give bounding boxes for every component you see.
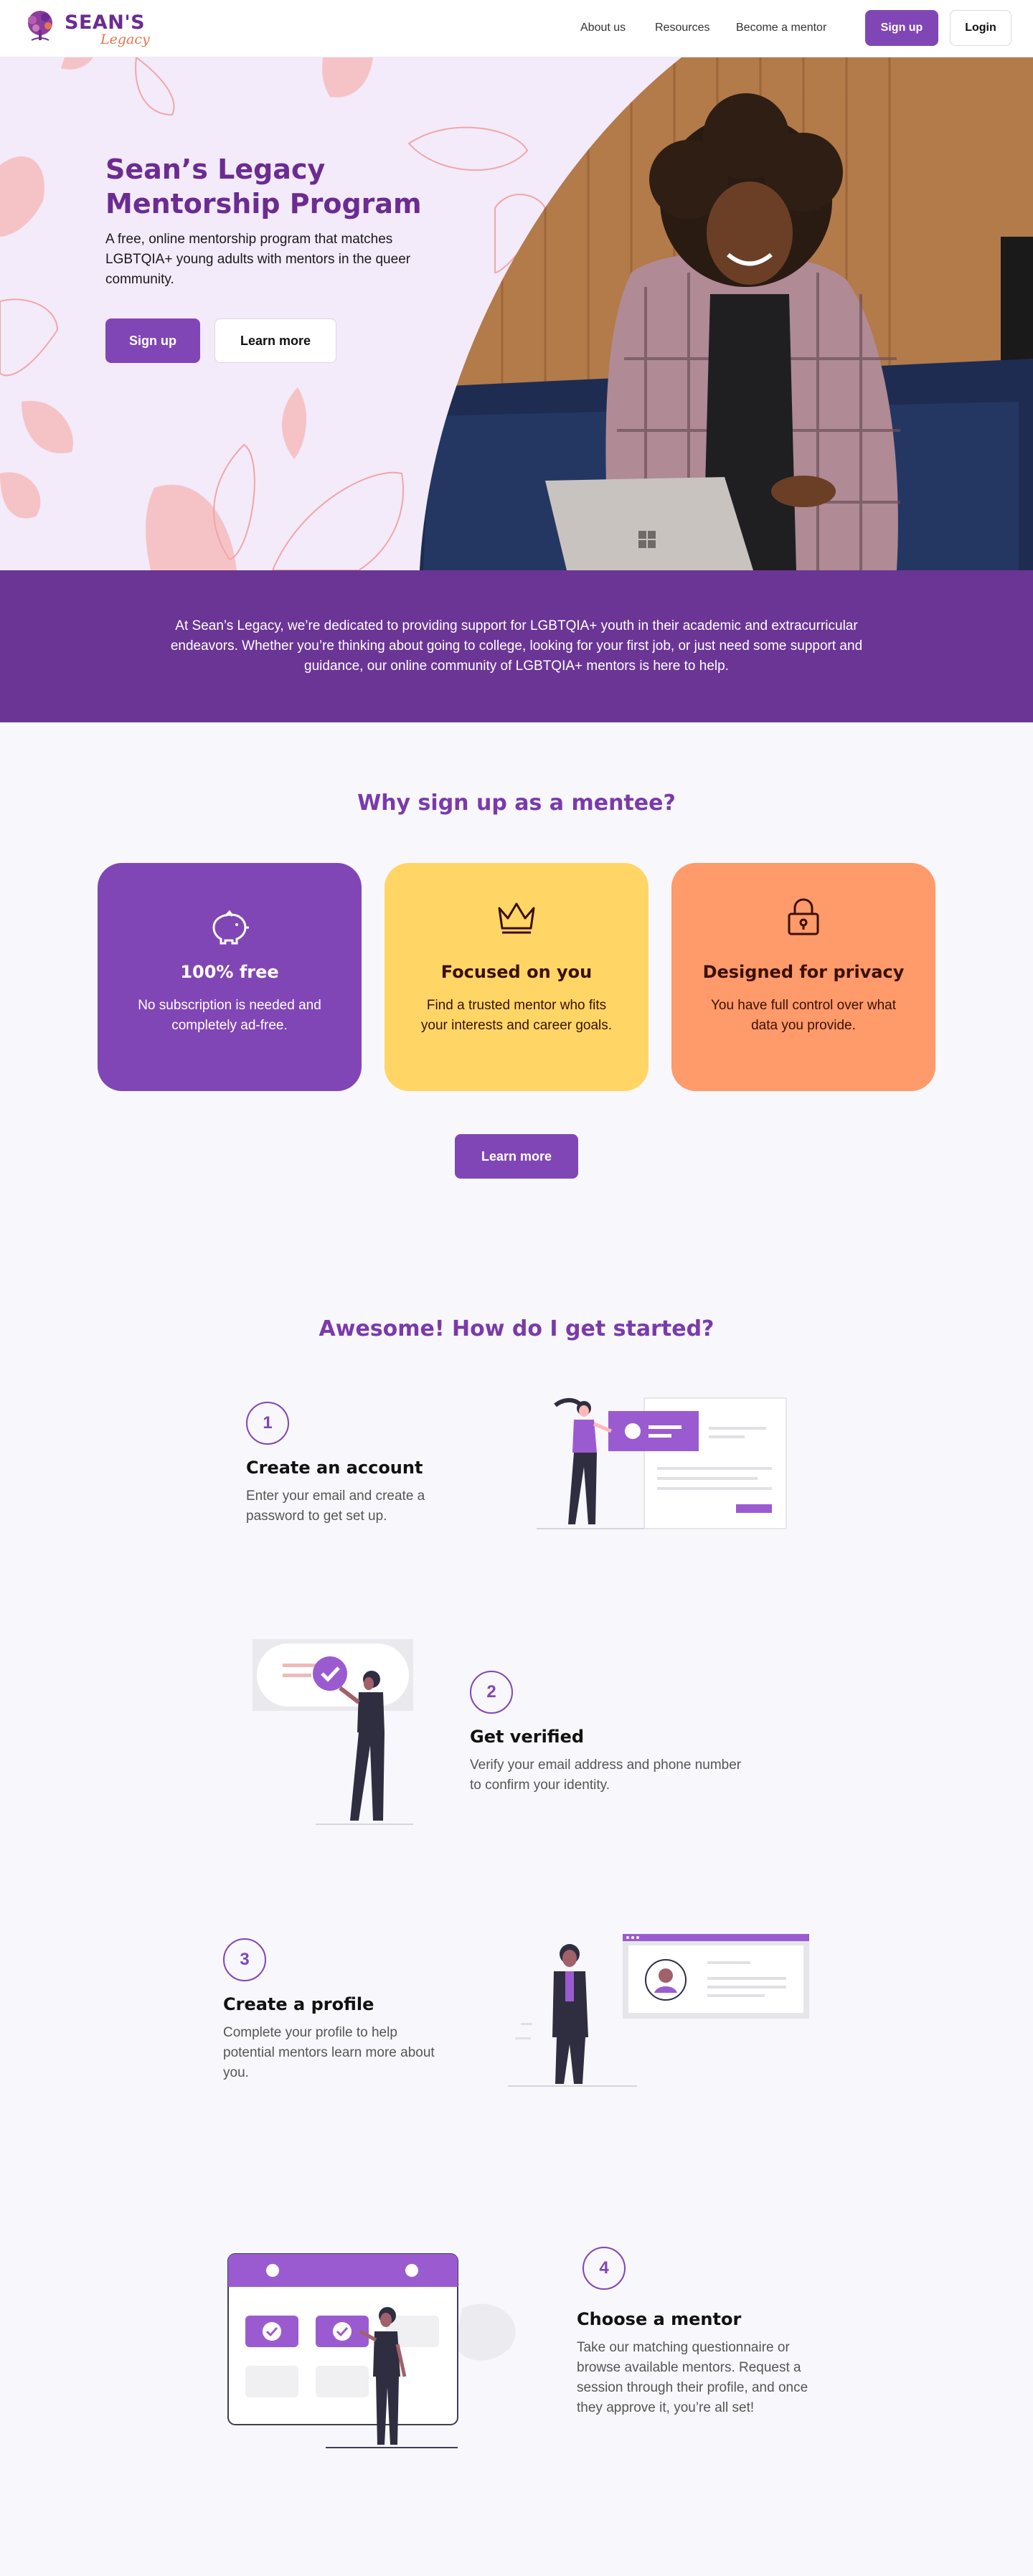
feature-card-description: Find a trusted mentor who fits your inte… <box>420 998 613 1033</box>
tree-logo-icon <box>28 11 52 41</box>
start-section-title: Awesome! How do I get started? <box>319 1316 714 1341</box>
create-account-illustration <box>537 1397 787 1529</box>
piggy-bank-icon <box>212 910 249 945</box>
step-description: Enter your email and create a password t… <box>246 1488 425 1524</box>
create-profile-illustration <box>508 1934 809 2087</box>
step-description: Verify your email address and phone numb… <box>470 1758 742 1793</box>
step-number-badge: 2 <box>470 1671 513 1714</box>
feature-card-title: 100% free <box>180 962 279 982</box>
petal-decoration <box>0 57 373 570</box>
why-learn-more-button[interactable]: Learn more <box>455 1134 578 1179</box>
step-title: Create an account <box>246 1458 423 1478</box>
nav-link-become-mentor[interactable]: Become a mentor <box>736 22 826 34</box>
mission-banner: At Sean’s Legacy, we’re dedicated to pro… <box>0 570 1033 722</box>
step-title: Get verified <box>470 1727 585 1747</box>
nav-signup-button[interactable]: Sign up <box>865 10 938 46</box>
logo-wordmark: SEAN'S <box>65 11 146 34</box>
hero-title: Sean’s Legacy Mentorship Program <box>105 154 422 220</box>
why-section-title: Why sign up as a mentee? <box>357 791 676 816</box>
feature-card-privacy: Designed for privacy You have full contr… <box>671 863 935 1091</box>
logo-script: Legacy <box>100 32 150 47</box>
choose-mentor-illustration <box>227 2253 516 2448</box>
lock-icon <box>788 898 819 935</box>
nav-link-about-us[interactable]: About us <box>580 22 626 34</box>
top-nav: SEAN'S Legacy About us Resources Become … <box>0 0 1033 57</box>
step-description: Complete your profile to help potential … <box>223 2025 435 2080</box>
step-title: Choose a mentor <box>577 2309 742 2329</box>
logo[interactable]: SEAN'S Legacy <box>22 9 158 49</box>
hero-photo-woman-laptop <box>420 57 1033 570</box>
feature-card-title: Focused on you <box>440 962 593 982</box>
hero-learn-more-button[interactable]: Learn more <box>214 319 336 363</box>
nav-login-button[interactable]: Login <box>950 10 1011 46</box>
feature-card-description: You have full control over what data you… <box>710 998 897 1033</box>
step-number-badge: 3 <box>223 1938 266 1981</box>
hero-background <box>0 57 1033 570</box>
feature-card-free: 100% free No subscription is needed and … <box>98 863 362 1091</box>
nav-link-resources[interactable]: Resources <box>655 22 709 34</box>
hero-description: A free, online mentorship program that m… <box>105 232 411 287</box>
feature-card-title: Designed for privacy <box>702 962 905 982</box>
step-number-badge: 1 <box>246 1402 289 1445</box>
step-description: Take our matching questionnaire or brows… <box>577 2340 808 2415</box>
step-title: Create a profile <box>223 1994 374 2014</box>
hero-section: Sean’s Legacy Mentorship Program A free,… <box>0 57 1033 570</box>
crown-icon <box>498 902 535 934</box>
mission-text: At Sean’s Legacy, we’re dedicated to pro… <box>170 618 863 674</box>
get-verified-illustration <box>253 1639 413 1825</box>
step-number-badge: 4 <box>582 2247 626 2290</box>
hero-signup-button[interactable]: Sign up <box>105 319 200 363</box>
feature-card-description: No subscription is needed and completely… <box>138 998 321 1033</box>
feature-card-focused: Focused on you Find a trusted mentor who… <box>385 863 648 1091</box>
